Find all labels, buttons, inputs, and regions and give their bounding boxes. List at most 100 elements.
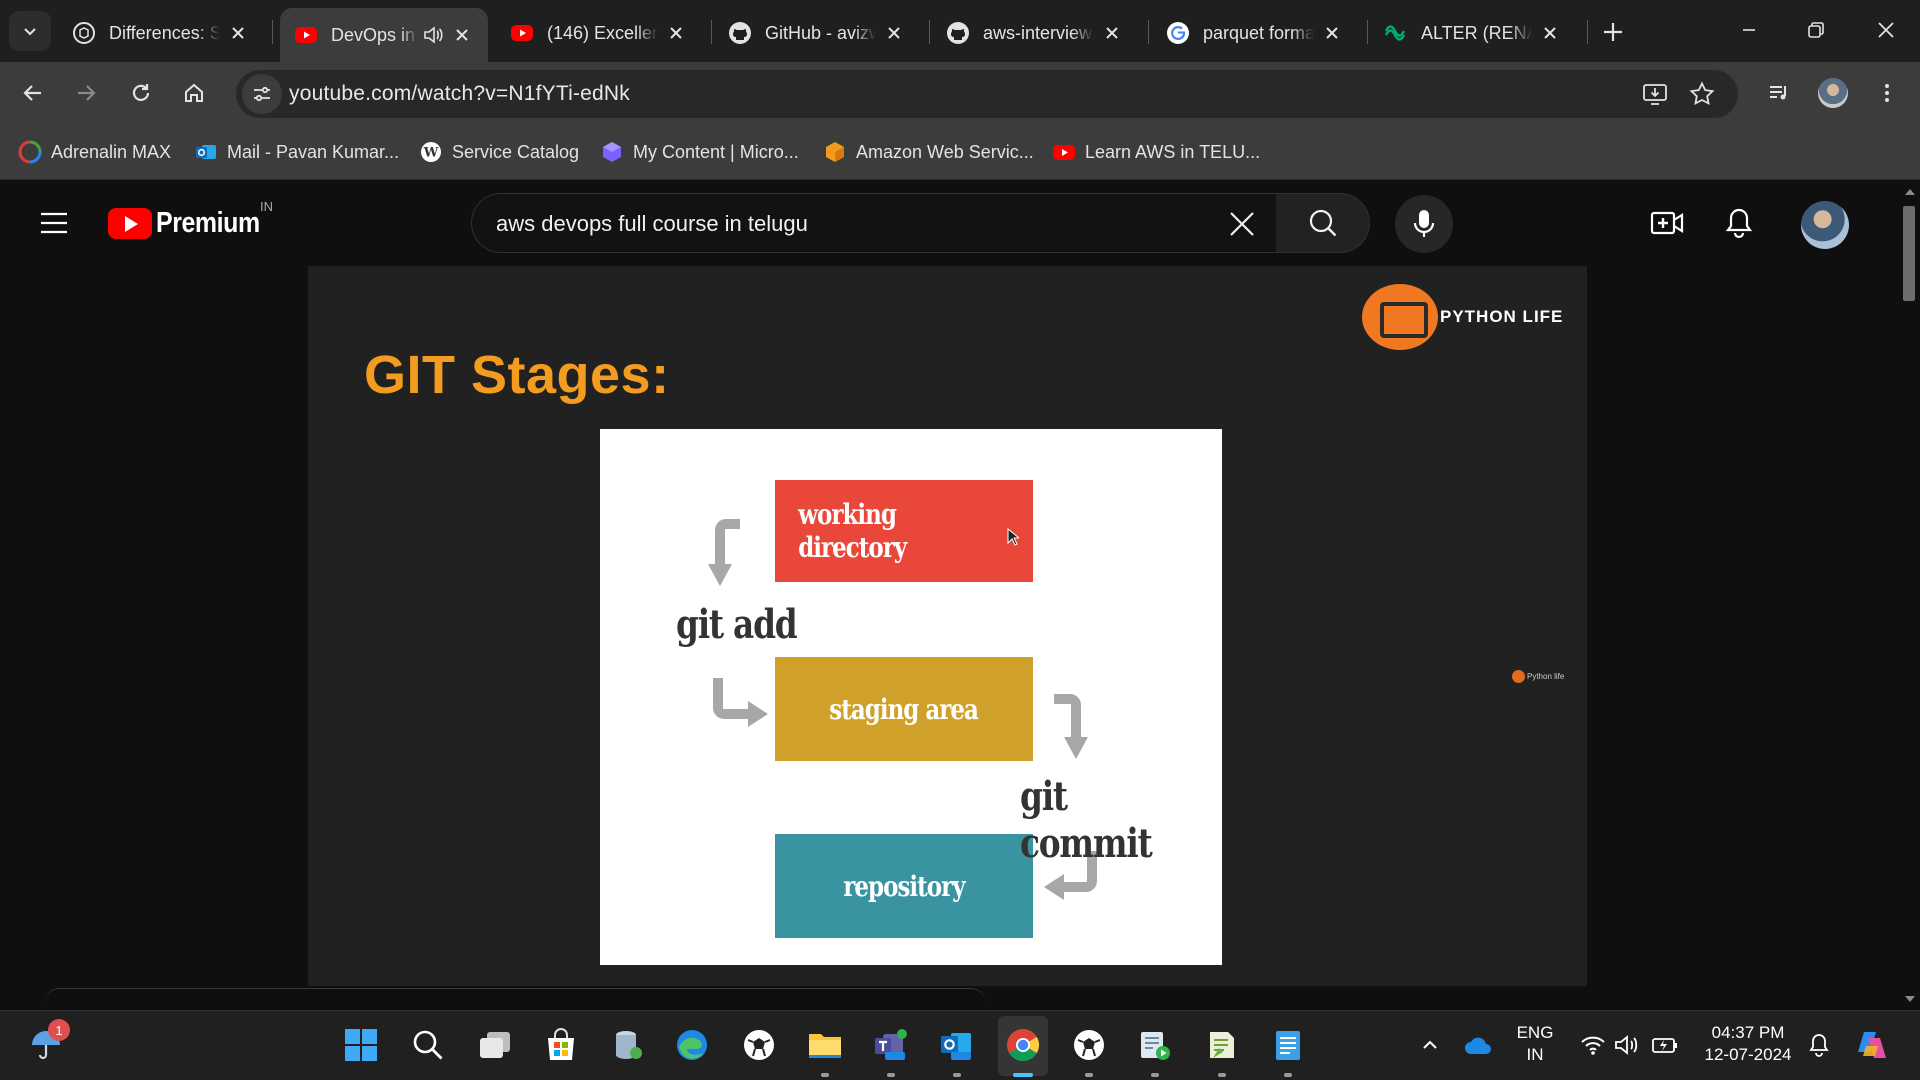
clock[interactable]: 04:37 PM 12-07-2024 [1695,1022,1801,1066]
reload-button[interactable] [121,73,161,113]
tab-devops-active[interactable]: DevOps in [280,8,488,62]
language-indicator[interactable]: ENG IN [1510,1022,1560,1066]
new-tab-button[interactable] [1597,16,1629,48]
notepad-plus-app[interactable] [1202,1025,1242,1065]
speaker-icon[interactable] [422,24,444,46]
chrome-menu-button[interactable] [1867,73,1907,113]
video-watermark: Python life [1512,670,1564,683]
channel-logo: PYTHON LIFE [1362,284,1563,350]
onedrive-tray-icon[interactable] [1458,1025,1498,1065]
bookmark-star-button[interactable] [1687,79,1717,109]
microsoft-store-app[interactable] [541,1025,581,1065]
account-avatar[interactable] [1801,201,1849,249]
youtube-premium-logo[interactable]: Premium IN [108,199,277,241]
address-bar[interactable]: youtube.com/watch?v=N1fYTi-edNk [236,70,1738,118]
scroll-down-arrow-icon[interactable] [1905,996,1915,1002]
edge-app[interactable] [672,1025,712,1065]
adrenalin-icon [18,140,42,164]
plus-icon [1604,23,1622,41]
git-commit-label: git commit [1020,773,1153,867]
search-button[interactable] [408,1025,448,1065]
tab-alter-rename[interactable]: ALTER (RENAM [1370,8,1576,58]
tab-aws-interview[interactable]: aws-interview [932,8,1138,58]
git-add-label: git add [676,601,798,648]
bookmark-label: Adrenalin MAX [51,141,172,162]
close-icon[interactable] [1102,23,1122,43]
folder-icon [809,1034,841,1058]
chrome-app[interactable] [1003,1025,1043,1065]
home-button[interactable] [174,73,214,113]
tab-excellent[interactable]: (146) Excellent [496,8,702,58]
running-indicator [1085,1073,1093,1077]
teams-app[interactable] [871,1025,911,1065]
site-info-button[interactable] [242,74,282,114]
tab-differences[interactable]: Differences: S [58,8,264,58]
bookmark-label: My Content | Micro... [633,141,799,162]
github-icon [947,22,969,44]
install-app-button[interactable] [1640,79,1670,109]
bookmark-learn-aws-telugu[interactable]: Learn AWS in TELU... [1052,138,1260,166]
profile-avatar [1818,78,1848,108]
forward-button[interactable] [66,73,106,113]
star-icon [1689,81,1715,106]
close-window-button[interactable] [1863,12,1909,48]
bookmark-my-content[interactable]: My Content | Micro... [600,138,799,166]
tab-search-button[interactable] [9,11,51,51]
media-controls-button[interactable] [1759,73,1799,113]
close-icon[interactable] [1322,23,1342,43]
profile-button[interactable] [1813,73,1853,113]
guide-menu-button[interactable] [34,203,74,243]
close-icon[interactable] [228,23,248,43]
tab-github-avizw[interactable]: GitHub - avizw [714,8,920,58]
notifications-button[interactable] [1717,201,1761,245]
bookmark-mail[interactable]: Mail - Pavan Kumar... [194,138,399,166]
notification-center-button[interactable] [1799,1025,1839,1065]
outlook-app[interactable] [937,1025,977,1065]
tab-strip: Differences: S DevOps in (146) Excellent… [0,0,1920,62]
notepad-app[interactable] [1268,1025,1308,1065]
page-scrollbar[interactable] [1900,181,1920,1010]
reload-icon [132,84,150,101]
bookmark-service-catalog[interactable]: W Service Catalog [419,138,579,166]
tab-parquet[interactable]: parquet forma [1152,8,1358,58]
database-app[interactable] [608,1025,648,1065]
tab-separator [1587,20,1588,44]
restore-button[interactable] [1793,12,1839,48]
battery-tray-icon[interactable] [1645,1025,1685,1065]
close-icon[interactable] [884,23,904,43]
pinned-app-soccer[interactable] [739,1025,779,1065]
voice-search-button[interactable] [1395,195,1453,253]
youtube-search-box[interactable]: aws devops full course in telugu [471,193,1277,253]
scroll-up-arrow-icon[interactable] [1905,189,1915,195]
media-app[interactable] [1135,1025,1175,1065]
close-icon[interactable] [1540,23,1560,43]
video-player[interactable]: PYTHON LIFE GIT Stages: working director… [308,266,1587,986]
stage-label: working directory [798,498,907,564]
wifi-tray-icon[interactable] [1573,1025,1613,1065]
scrollbar-thumb[interactable] [1903,206,1915,301]
search-button[interactable] [1276,193,1370,253]
show-hidden-icons-button[interactable] [1410,1025,1450,1065]
back-button[interactable] [13,73,53,113]
task-view-button[interactable] [475,1025,515,1065]
file-explorer-app[interactable] [805,1025,845,1065]
tab-title: ALTER (RENAM [1421,22,1532,43]
start-button[interactable] [341,1025,381,1065]
arrow-down-icon [1054,694,1088,759]
bookmark-aws[interactable]: Amazon Web Servic... [823,138,1034,166]
close-icon[interactable] [666,23,686,43]
copilot-button[interactable] [1852,1025,1892,1065]
search-input[interactable]: aws devops full course in telugu [496,211,808,237]
pinned-app-soccer-2[interactable] [1069,1025,1109,1065]
watermark-logo-icon [1512,670,1525,683]
speaker-icon [1615,1035,1638,1055]
clear-search-button[interactable] [1224,206,1260,242]
bookmark-adrenalin[interactable]: Adrenalin MAX [18,138,171,166]
notepad-icon [1276,1031,1300,1060]
volume-tray-icon[interactable] [1608,1025,1648,1065]
close-icon[interactable] [452,25,472,45]
minimize-button[interactable] [1726,12,1772,48]
url-text[interactable]: youtube.com/watch?v=N1fYTi-edNk [289,82,630,106]
create-button[interactable] [1645,201,1689,245]
country-code: IN [260,199,273,214]
